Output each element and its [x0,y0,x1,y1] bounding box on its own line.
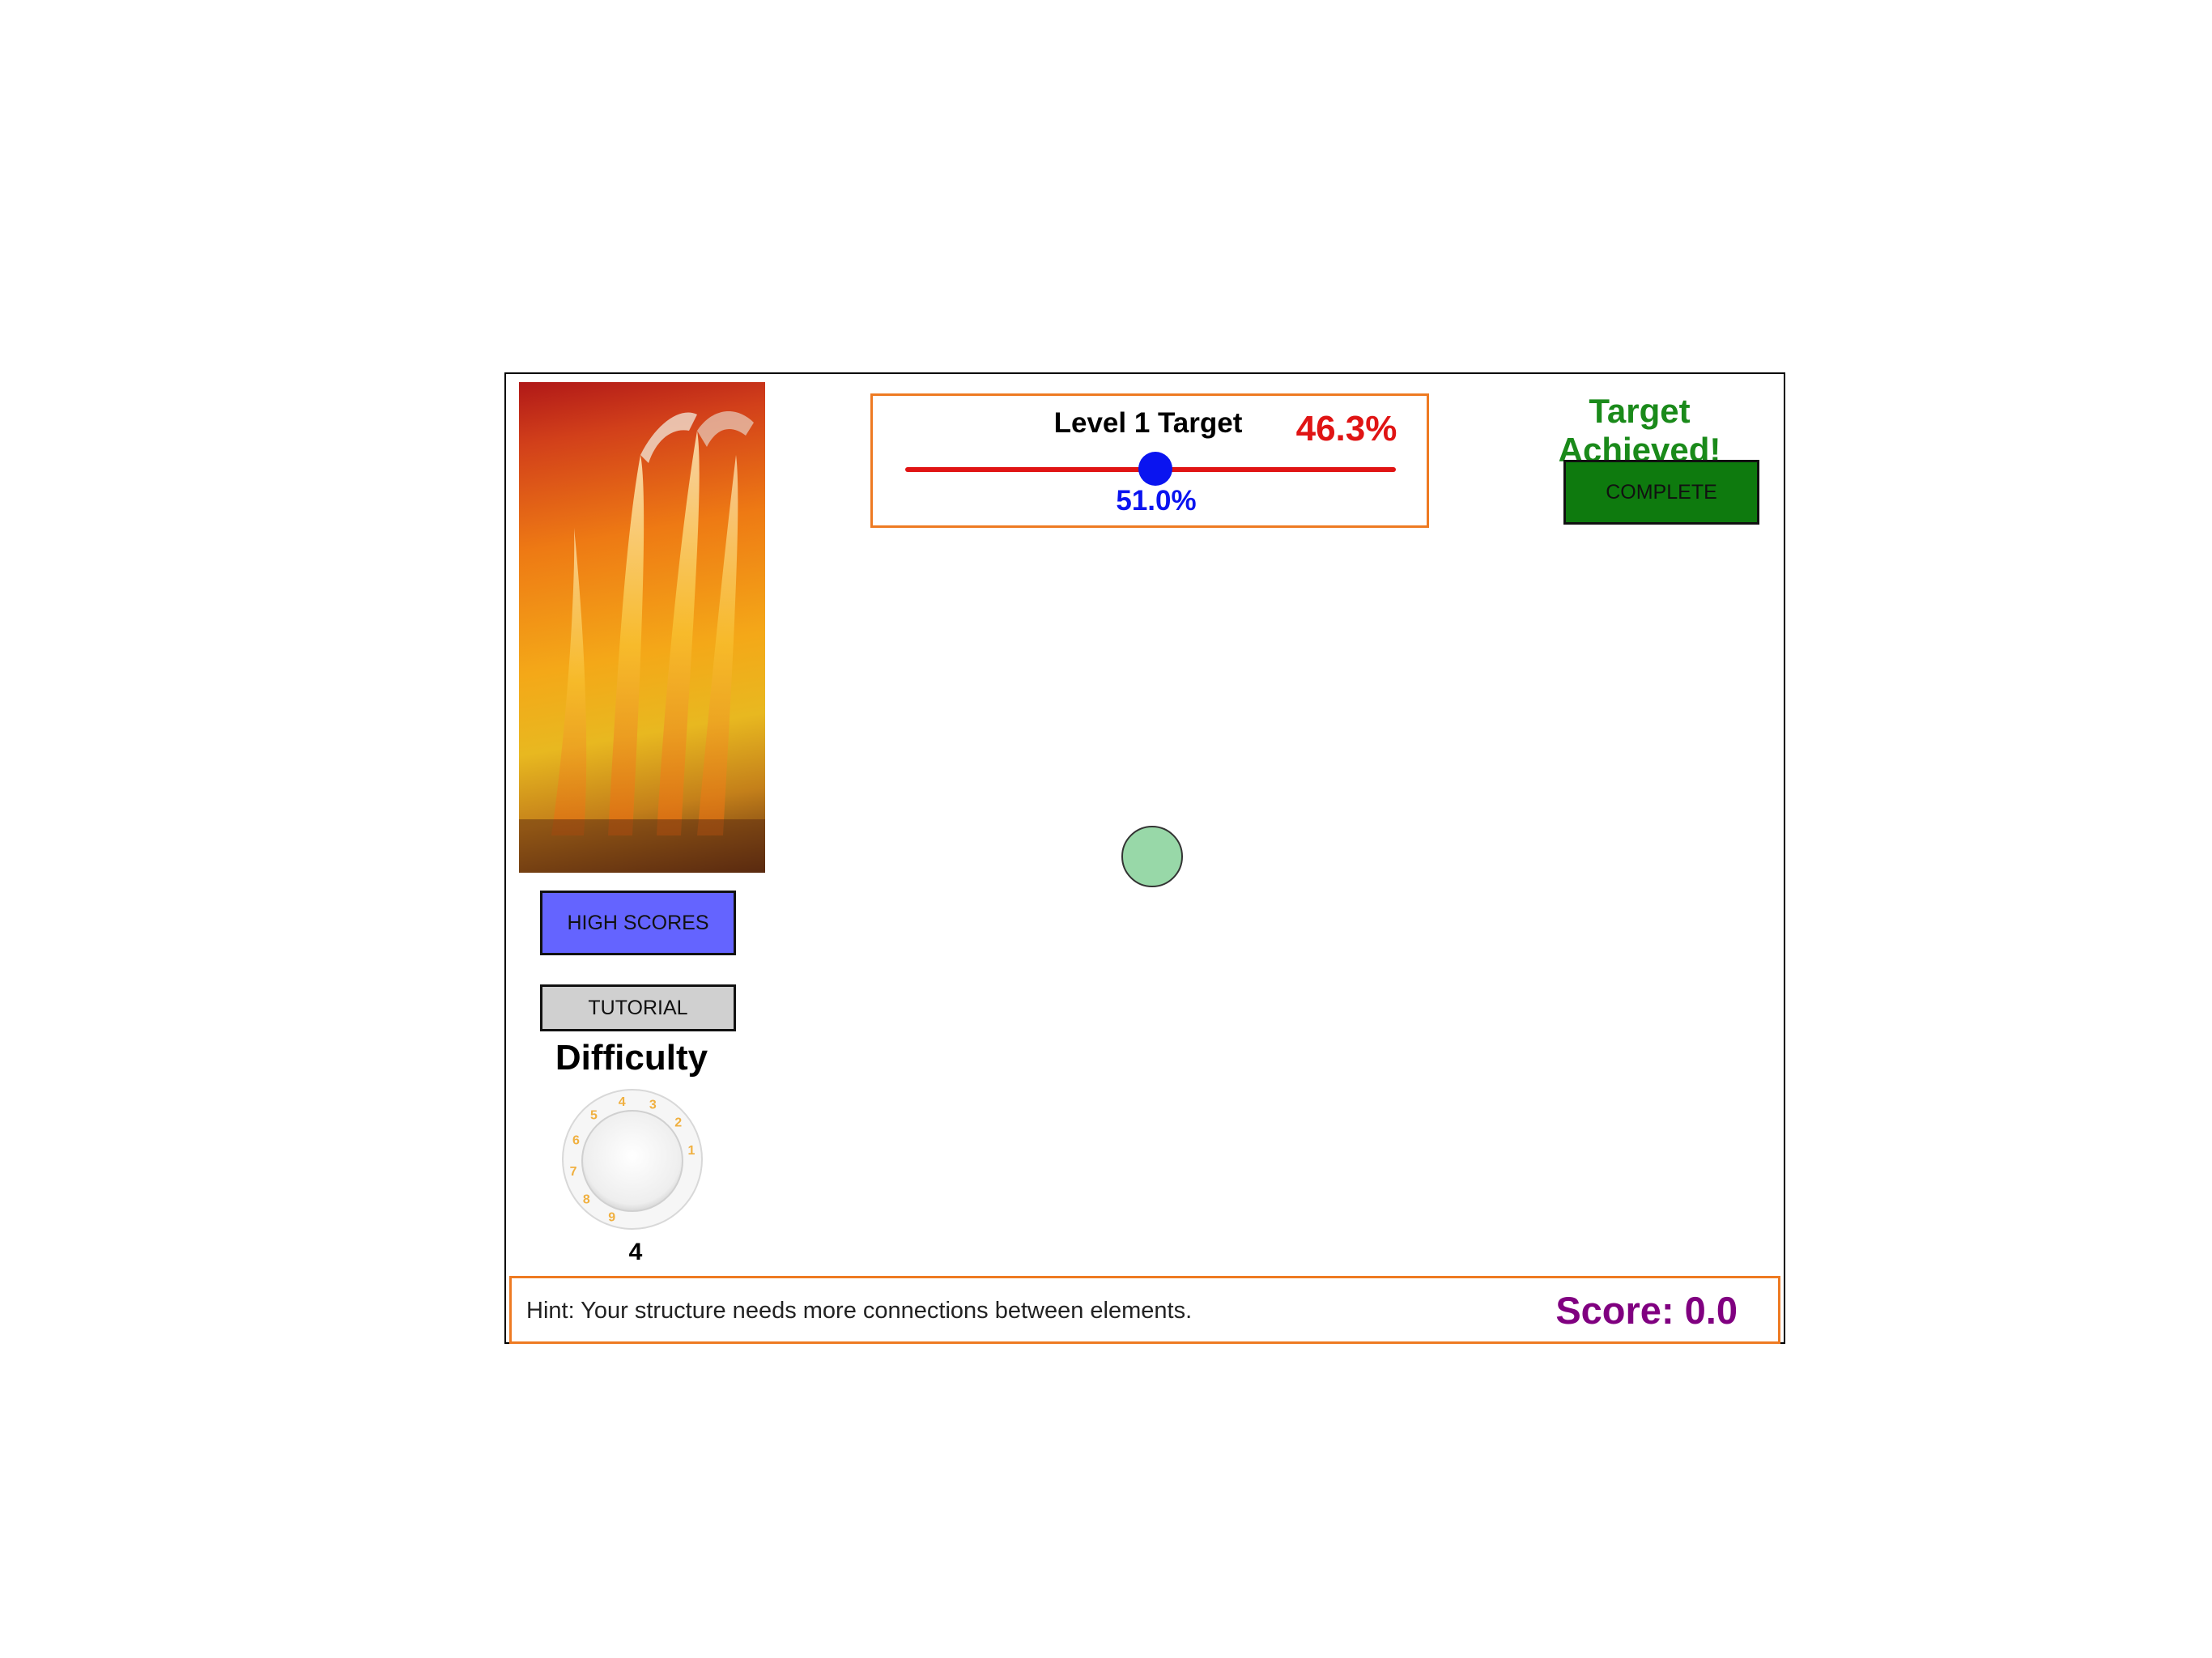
complete-button[interactable]: COMPLETE [1563,460,1759,525]
difficulty-knob[interactable]: 123456789 [559,1086,705,1232]
status-bar: Hint: Your structure needs more connecti… [509,1276,1780,1344]
slider-value: 51.0% [1116,485,1197,517]
score-display: Score: 0.0 [1555,1289,1738,1332]
target-panel: Level 1 Target 46.3% 51.0% [870,393,1429,528]
structure-node[interactable] [1121,826,1183,887]
hint-text: Hint: Your structure needs more connecti… [526,1298,1193,1324]
target-title: Level 1 Target [1053,407,1243,439]
target-achieved-text: Target Achieved! [1558,392,1721,469]
knob-number: 4 [619,1095,626,1109]
slider-thumb[interactable] [1138,452,1173,486]
tutorial-button[interactable]: TUTORIAL [540,984,736,1031]
knob-number: 6 [572,1134,580,1148]
knob-number: 8 [583,1193,590,1207]
knob-number: 1 [687,1144,695,1158]
difficulty-value: 4 [628,1239,643,1265]
knob-number: 3 [649,1099,657,1112]
difficulty-label: Difficulty [555,1038,708,1078]
knob-number: 5 [590,1108,598,1122]
knob-number: 9 [608,1211,615,1225]
knob-icon: 123456789 [562,1089,703,1230]
game-frame: HIGH SCORES TUTORIAL Difficulty 12345678… [504,372,1785,1344]
flame-artwork-image [519,382,765,873]
current-value: 46.3% [1295,409,1397,449]
target-slider[interactable] [905,452,1396,486]
high-scores-button[interactable]: HIGH SCORES [540,891,736,955]
knob-number: 7 [570,1165,577,1179]
knob-number: 2 [674,1116,682,1129]
